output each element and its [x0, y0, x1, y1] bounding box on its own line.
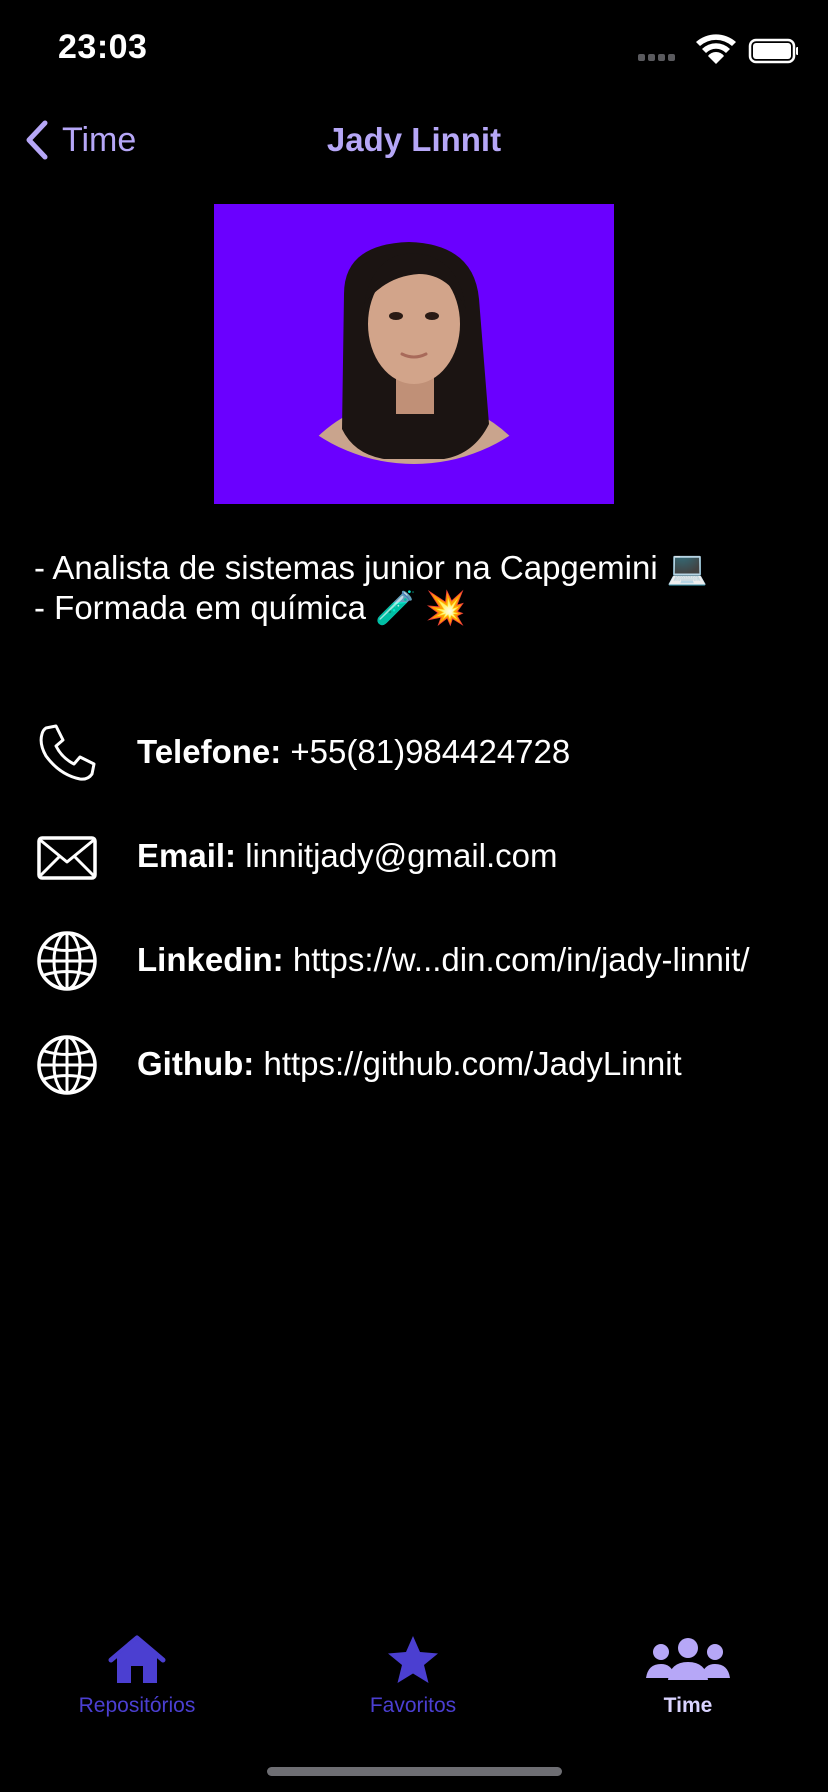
back-button-label: Time — [62, 120, 137, 159]
tab-label: Repositórios — [78, 1694, 196, 1717]
home-indicator[interactable] — [267, 1767, 562, 1776]
status-bar: 23:03 — [0, 0, 828, 100]
tab-label: Time — [663, 1694, 713, 1717]
phone-icon — [39, 724, 96, 781]
battery-icon — [748, 38, 799, 64]
globe-icon — [37, 1035, 97, 1095]
globe-icon — [37, 931, 97, 991]
tab-time[interactable]: Time — [598, 1634, 778, 1718]
bio-line: - Analista de sistemas junior na Capgemi… — [34, 549, 708, 586]
contact-label: Github: — [137, 1045, 255, 1082]
cellular-signal-icon — [638, 54, 675, 61]
contact-label: Linkedin: — [137, 941, 284, 978]
contact-value: +55(81)984424728 — [290, 733, 571, 770]
tab-favoritos[interactable]: Favoritos — [323, 1634, 503, 1718]
contact-row-github[interactable]: Github: https://github.com/JadyLinnit — [0, 1012, 828, 1116]
contact-label: Telefone: — [137, 733, 282, 770]
profile-photo — [214, 204, 614, 504]
contact-value[interactable]: https://github.com/JadyLinnit — [263, 1045, 681, 1082]
contact-list: Telefone: +55(81)984424728 Email: linnit… — [0, 700, 828, 1116]
bio: - Analista de sistemas junior na Capgemi… — [34, 548, 814, 628]
contact-label: Email: — [137, 837, 237, 874]
status-time: 23:03 — [58, 28, 148, 66]
contact-row-linkedin[interactable]: Linkedin: https://w...din.com/in/jady-li… — [0, 908, 828, 1012]
contact-row-email[interactable]: Email: linnitjady@gmail.com — [0, 804, 828, 908]
contact-value[interactable]: https://w...din.com/in/jady-linnit/ — [293, 941, 750, 978]
navigation-bar: Jady Linnit Time — [0, 110, 828, 170]
bio-line: - Formada em química 🧪 💥 — [34, 589, 467, 626]
chevron-left-icon — [26, 120, 48, 160]
back-button[interactable]: Time — [24, 110, 136, 170]
tab-repositorios[interactable]: Repositórios — [47, 1634, 227, 1718]
tab-bar: Repositórios Favoritos Time — [0, 1620, 828, 1730]
house-icon — [108, 1635, 166, 1683]
mail-icon — [37, 836, 97, 880]
status-icons — [638, 30, 799, 70]
contact-value: linnitjady@gmail.com — [245, 837, 558, 874]
wifi-icon — [696, 34, 736, 64]
tab-label: Favoritos — [369, 1694, 457, 1717]
contact-row-telefone[interactable]: Telefone: +55(81)984424728 — [0, 700, 828, 804]
people-icon — [646, 1638, 730, 1680]
star-icon — [388, 1636, 438, 1683]
